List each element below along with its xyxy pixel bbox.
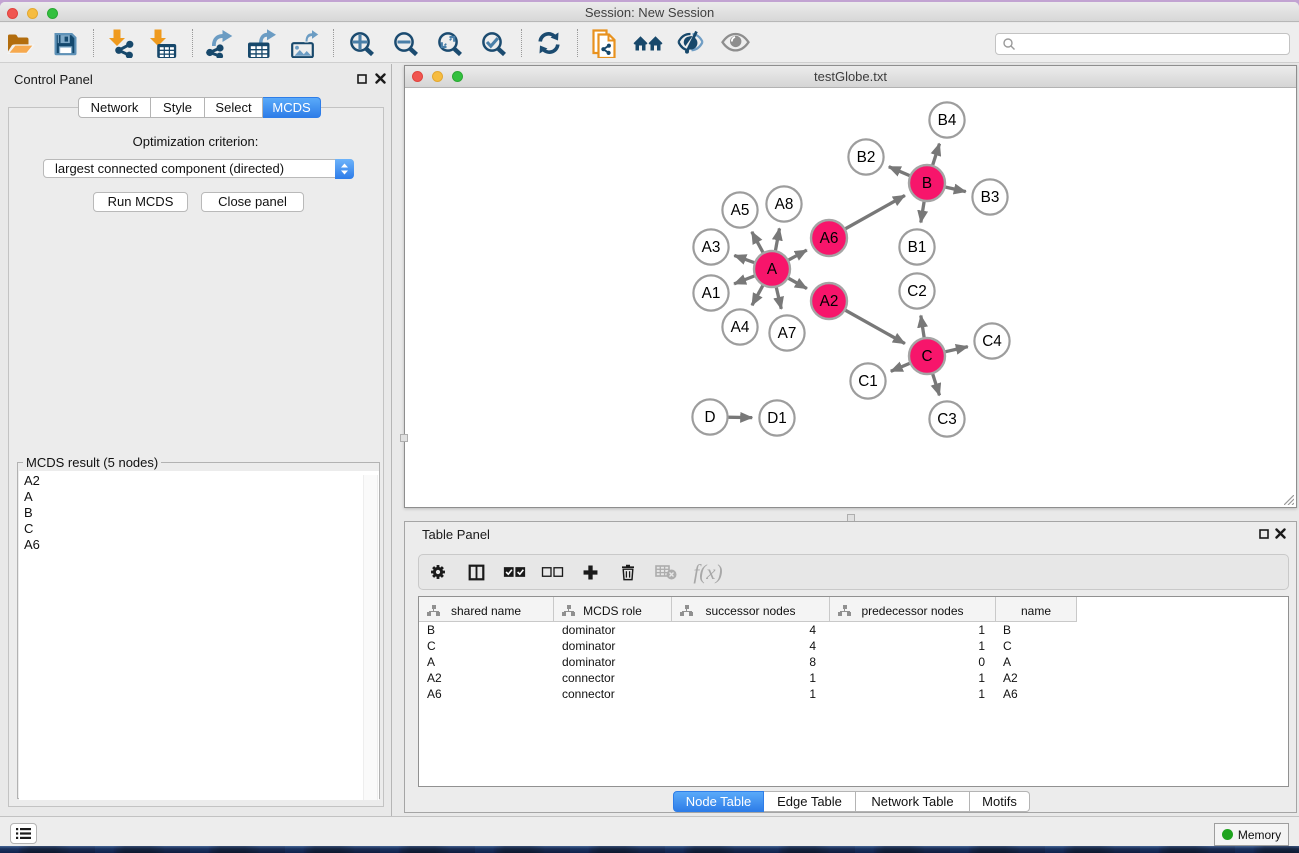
svg-text:C3: C3	[937, 411, 957, 428]
svg-text:B: B	[922, 175, 932, 192]
svg-text:A2: A2	[820, 293, 839, 310]
svg-text:A5: A5	[731, 202, 750, 219]
svg-text:A8: A8	[775, 196, 794, 213]
svg-text:A3: A3	[702, 239, 721, 256]
svg-text:C2: C2	[907, 283, 927, 300]
svg-text:A1: A1	[702, 285, 721, 302]
svg-text:C: C	[921, 348, 932, 365]
svg-text:B2: B2	[857, 149, 876, 166]
svg-text:D1: D1	[767, 410, 787, 427]
svg-text:A6: A6	[820, 230, 839, 247]
svg-text:B4: B4	[938, 112, 957, 129]
svg-text:A: A	[767, 261, 778, 278]
svg-text:A7: A7	[778, 325, 797, 342]
svg-text:B1: B1	[908, 239, 927, 256]
svg-text:C1: C1	[858, 373, 878, 390]
svg-text:A4: A4	[731, 319, 750, 336]
svg-text:B3: B3	[981, 189, 1000, 206]
svg-text:C4: C4	[982, 333, 1002, 350]
svg-text:D: D	[704, 409, 715, 426]
